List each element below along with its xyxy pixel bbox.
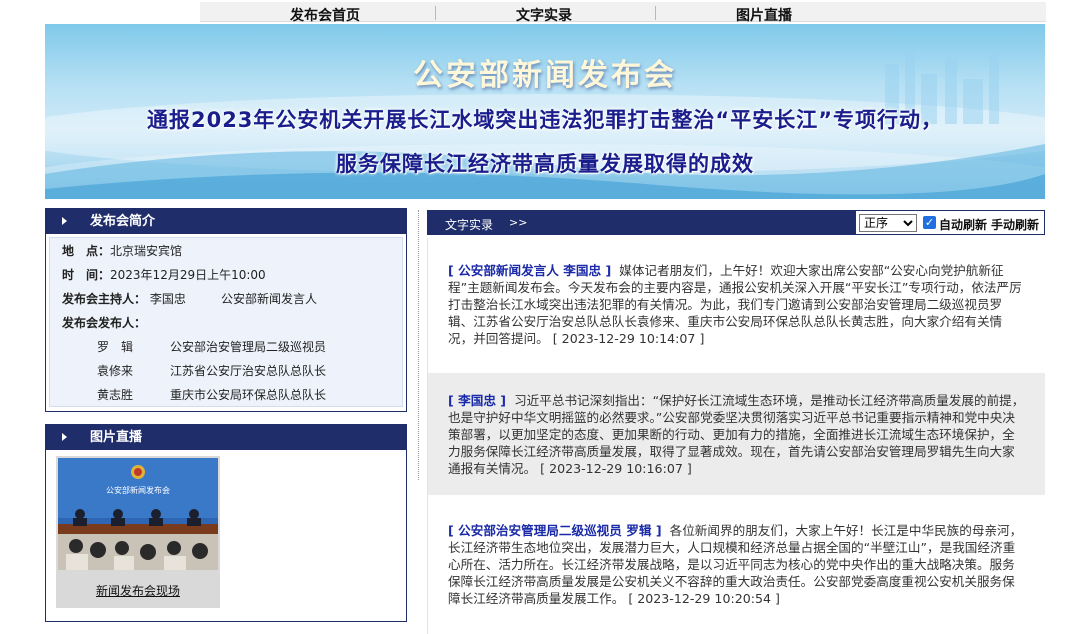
location-row: 地 点：北京瑞安宾馆 — [62, 242, 182, 259]
intro-panel-title: 发布会简介 — [90, 214, 156, 229]
triangle-right-icon — [62, 433, 67, 441]
time-value: 2023年12月29日上午10:00 — [110, 268, 266, 282]
host-title: 公安部新闻发言人 — [221, 292, 318, 306]
auto-refresh-label[interactable]: 自动刷新 — [939, 216, 987, 233]
speaker-label: [ 公安部治安管理局二级巡视员 罗辑 ] — [448, 523, 662, 538]
nav-home-link[interactable]: 发布会首页 — [290, 5, 360, 25]
intro-panel-header: 发布会简介 — [46, 209, 406, 234]
banner-subtitle-line1: 通报2023年公安机关开展长江水域突出违法犯罪打击整治“平安长江”专项行动， — [146, 108, 944, 132]
publisher-item: 袁修来 江苏省公安厅治安总队总队长 — [97, 362, 326, 379]
intro-panel: 发布会简介 — [45, 208, 407, 412]
entry-timestamp: [ 2023-12-29 10:20:54 ] — [628, 591, 780, 606]
location-label: 地 点： — [62, 244, 111, 258]
publisher-name: 袁修来 — [97, 364, 134, 378]
press-conference-scene-image: 公安部新闻发布会 — [58, 458, 218, 570]
publisher-name: 罗 辑 — [97, 340, 134, 354]
speaker-label: [ 公安部新闻发言人 李国忠 ] — [448, 263, 612, 278]
publisher-item: 罗 辑 公安部治安管理局二级巡视员 — [97, 338, 326, 355]
transcript-controls: 正序 ✓ 自动刷新 手动刷新 — [855, 210, 1045, 235]
nav-bar: 发布会首页 文字实录 图片直播 — [200, 2, 1046, 25]
speaker-label: [ 李国忠 ] — [448, 393, 507, 408]
transcript-entry: [ 公安部新闻发言人 李国忠 ] 媒体记者朋友们，上午好！欢迎大家出席公安部“公… — [428, 262, 1045, 347]
order-select[interactable]: 正序 — [859, 214, 917, 232]
publisher-name: 黄志胜 — [97, 388, 134, 402]
transcript-entry: [ 李国忠 ] 习近平总书记深刻指出：“保护好长江流域生态环境，是推动长江经济带… — [428, 373, 1045, 495]
transcript-header: 文字实录 >> 正序 ✓ 自动刷新 手动刷新 — [427, 210, 1045, 235]
host-name: 李国忠 — [149, 292, 186, 306]
host-row: 发布会主持人： 李国忠 公安部新闻发言人 — [62, 290, 317, 307]
photo-caption-link[interactable]: 新闻发布会现场 — [56, 582, 220, 599]
publisher-title: 公安部治安管理局二级巡视员 — [170, 340, 327, 354]
press-conference-photo[interactable]: 公安部新闻发布会 — [58, 458, 218, 570]
entry-text: 习近平总书记深刻指出：“保护好长江流域生态环境，是推动长江经济带高质量发展的前提… — [448, 393, 1025, 476]
nav-divider — [435, 6, 436, 20]
nav-divider — [655, 6, 656, 20]
transcript-entry: [ 公安部治安管理局二级巡视员 罗辑 ] 各位新闻界的朋友们，大家上午好！长江是… — [428, 522, 1045, 607]
banner-subtitle-line2: 服务保障长江经济带高质量发展取得的成效 — [336, 152, 754, 176]
photo-thumbnail-card[interactable]: 公安部新闻发布会 新闻发布会现场 — [56, 456, 220, 608]
auto-refresh-checkbox[interactable]: ✓ — [923, 216, 936, 229]
photo-panel-title: 图片直播 — [90, 430, 143, 445]
publishers-row: 发布会发布人： — [62, 314, 146, 331]
host-label: 发布会主持人： — [62, 292, 147, 306]
transcript-tab-label: 文字实录 — [445, 218, 494, 232]
entry-timestamp: [ 2023-12-29 10:14:07 ] — [552, 331, 705, 346]
press-banner: 公安部新闻发布会 通报2023年公安机关开展长江水域突出违法犯罪打击整治“平安长… — [45, 24, 1045, 199]
top-nav: 发布会首页 文字实录 图片直播 — [0, 0, 1076, 24]
transcript-more-link[interactable]: >> — [509, 216, 527, 229]
triangle-right-icon — [62, 217, 67, 225]
publisher-title: 重庆市公安局环保总队总队长 — [170, 388, 327, 402]
time-row: 时 间：2023年12月29日上午10:00 — [62, 266, 266, 283]
nav-photo-live-link[interactable]: 图片直播 — [736, 5, 792, 25]
time-label: 时 间： — [62, 268, 111, 282]
publisher-item: 黄志胜 重庆市公安局环保总队总队长 — [97, 386, 326, 403]
publisher-title: 江苏省公安厅治安总队总队长 — [170, 364, 327, 378]
column-divider — [418, 210, 419, 480]
banner-title: 公安部新闻发布会 — [413, 58, 677, 93]
nav-text-record-link[interactable]: 文字实录 — [516, 5, 572, 25]
backdrop-text: 公安部新闻发布会 — [106, 485, 170, 495]
entry-timestamp: [ 2023-12-29 10:16:07 ] — [540, 461, 692, 476]
transcript-feed[interactable]: [ 公安部新闻发言人 李国忠 ] 媒体记者朋友们，上午好！欢迎大家出席公安部“公… — [427, 238, 1045, 634]
manual-refresh-button[interactable]: 手动刷新 — [991, 216, 1039, 233]
publishers-label: 发布会发布人： — [62, 316, 147, 330]
location-value: 北京瑞安宾馆 — [110, 244, 183, 258]
photo-panel-header: 图片直播 — [46, 425, 406, 450]
